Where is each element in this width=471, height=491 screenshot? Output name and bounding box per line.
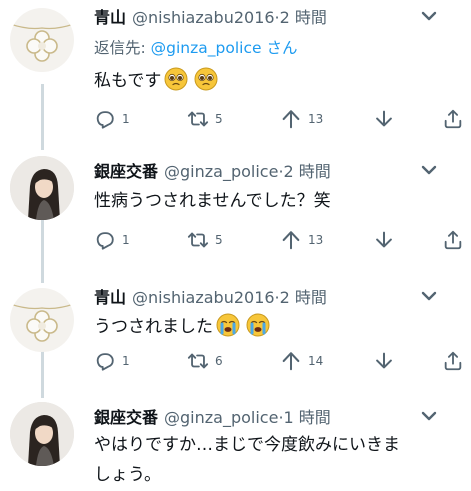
tweet-text: うつされました: [94, 312, 463, 342]
tweet-text-line: しょう。: [94, 465, 161, 485]
tweet-4[interactable]: 銀座交番 @ginza_police · 1 時間 やはりですか…まじで今度飲み…: [0, 398, 471, 491]
tweet-actions: 1 5 13: [94, 228, 466, 252]
reply-count: 1: [122, 233, 130, 247]
clover-necklace-avatar-image: [10, 8, 74, 72]
tweet-actions: 1 5 13: [94, 107, 466, 131]
display-name[interactable]: 銀座交番: [94, 158, 158, 182]
download-icon: [373, 350, 395, 372]
retweet-button[interactable]: 5: [187, 228, 280, 252]
like-button[interactable]: 14: [280, 349, 373, 373]
timestamp[interactable]: 2 時間: [284, 158, 331, 182]
reply-to-suffix: さん: [261, 39, 298, 57]
tweet-3[interactable]: 青山 @nishiazabu2016 · 2 時間 うつされました 1 6 14: [0, 282, 471, 398]
like-count: 13: [308, 233, 324, 247]
share-icon: [442, 108, 464, 130]
profile-photo-avatar-image: [10, 156, 74, 220]
retweet-count: 6: [215, 354, 223, 368]
tweet-text-content: 性病うつされませんでした？笑: [94, 191, 331, 211]
download-icon: [373, 108, 395, 130]
retweet-icon: [187, 229, 209, 251]
tweet-2[interactable]: 銀座交番 @ginza_police · 2 時間 性病うつされませんでした？笑…: [0, 150, 471, 282]
retweet-button[interactable]: 6: [187, 349, 280, 373]
user-handle[interactable]: @nishiazabu2016: [132, 8, 275, 27]
more-icon[interactable]: [417, 284, 441, 308]
share-icon: [442, 229, 464, 251]
reply-count: 1: [122, 354, 130, 368]
pleading-face-emoji: [194, 67, 218, 91]
download-icon: [373, 229, 395, 251]
like-icon: [280, 229, 302, 251]
crying-face-emoji: [216, 313, 240, 337]
avatar[interactable]: [10, 8, 74, 72]
reply-count: 1: [122, 112, 130, 126]
reply-to-prefix: 返信先:: [94, 39, 151, 57]
like-icon: [280, 350, 302, 372]
retweet-count: 5: [215, 112, 223, 126]
avatar[interactable]: [10, 402, 74, 466]
reply-icon: [94, 229, 116, 251]
tweet-text: 私もです: [94, 66, 463, 96]
retweet-count: 5: [215, 233, 223, 247]
like-button[interactable]: 13: [280, 228, 373, 252]
retweet-icon: [187, 350, 209, 372]
avatar[interactable]: [10, 288, 74, 352]
like-icon: [280, 108, 302, 130]
reply-to-handle[interactable]: @ginza_police: [151, 39, 262, 57]
like-button[interactable]: 13: [280, 107, 373, 131]
reply-to-line: 返信先: @ginza_police さん: [94, 36, 463, 60]
tweet-text-content: うつされました: [94, 317, 213, 337]
like-count: 13: [308, 112, 324, 126]
clover-necklace-avatar-image: [10, 288, 74, 352]
reply-button[interactable]: 1: [94, 228, 187, 252]
retweet-button[interactable]: 5: [187, 107, 280, 131]
retweet-icon: [187, 108, 209, 130]
share-button[interactable]: [442, 107, 471, 131]
share-icon: [442, 350, 464, 372]
tweet-actions: 1 6 14: [94, 349, 466, 373]
tweet-text: やはりですか…まじで今度飲みにいきま しょう。: [94, 430, 463, 490]
tweet-text-content: 私もです: [94, 71, 162, 91]
like-count: 14: [308, 354, 324, 368]
reply-button[interactable]: 1: [94, 107, 187, 131]
more-icon[interactable]: [417, 158, 441, 182]
profile-photo-avatar-image: [10, 402, 74, 466]
timestamp[interactable]: 2 時間: [280, 284, 327, 308]
reply-button[interactable]: 1: [94, 349, 187, 373]
more-icon[interactable]: [417, 4, 441, 28]
timestamp[interactable]: 2 時間: [280, 4, 327, 28]
display-name[interactable]: 青山: [94, 4, 126, 28]
reply-icon: [94, 108, 116, 130]
crying-face-emoji: [246, 313, 270, 337]
avatar[interactable]: [10, 156, 74, 220]
user-handle[interactable]: @nishiazabu2016: [132, 288, 275, 307]
share-button[interactable]: [442, 349, 471, 373]
reply-icon: [94, 350, 116, 372]
tweet-text: 性病うつされませんでした？笑: [94, 186, 463, 216]
tweet-text-line: やはりですか…まじで今度飲みにいきま: [94, 435, 400, 455]
more-icon[interactable]: [417, 404, 441, 428]
user-handle[interactable]: @ginza_police: [164, 408, 278, 427]
tweet-1[interactable]: 青山 @nishiazabu2016 · 2 時間 返信先: @ginza_po…: [0, 0, 471, 150]
pleading-face-emoji: [164, 67, 188, 91]
timestamp[interactable]: 1 時間: [284, 404, 331, 428]
display-name[interactable]: 銀座交番: [94, 404, 158, 428]
share-button[interactable]: [442, 228, 471, 252]
display-name[interactable]: 青山: [94, 284, 126, 308]
user-handle[interactable]: @ginza_police: [164, 162, 278, 181]
